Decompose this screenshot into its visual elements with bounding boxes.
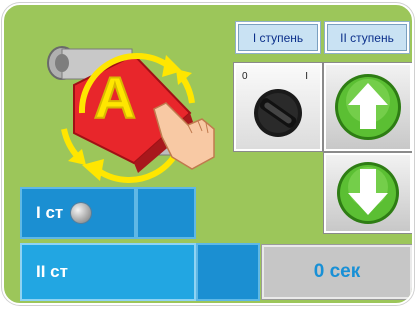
auto-mode-button[interactable]: A (42, 33, 218, 191)
indicator-lamp-icon (71, 203, 92, 223)
auto-mode-letter: A (93, 65, 137, 132)
control-panel: A I ступень II ступень 0 I I ст II ст 0 … (2, 3, 414, 305)
selector-label-0: 0 (242, 71, 248, 82)
stage-1-status-cell (136, 187, 196, 239)
stage-2-row: II ст (20, 243, 260, 301)
decrease-button[interactable] (323, 152, 412, 234)
stage-2-button[interactable]: II ст (20, 243, 196, 301)
stage-2-status-cell (196, 243, 260, 301)
arrow-down-icon (337, 162, 399, 224)
tab-stage-1[interactable]: I ступень (235, 21, 321, 54)
stage-1-row: I ст (20, 187, 196, 239)
tab-stage-2[interactable]: II ступень (324, 21, 410, 54)
selector-label-1: I (305, 71, 308, 82)
stage-1-label: I ст (36, 203, 64, 222)
stage-1-button[interactable]: I ст (20, 187, 136, 239)
arrow-up-icon (335, 74, 401, 140)
timer-display: 0 сек (261, 244, 412, 300)
rotary-selector-switch[interactable]: 0 I (233, 62, 323, 152)
stage-2-label: II ст (36, 262, 68, 281)
increase-button[interactable] (323, 62, 412, 152)
